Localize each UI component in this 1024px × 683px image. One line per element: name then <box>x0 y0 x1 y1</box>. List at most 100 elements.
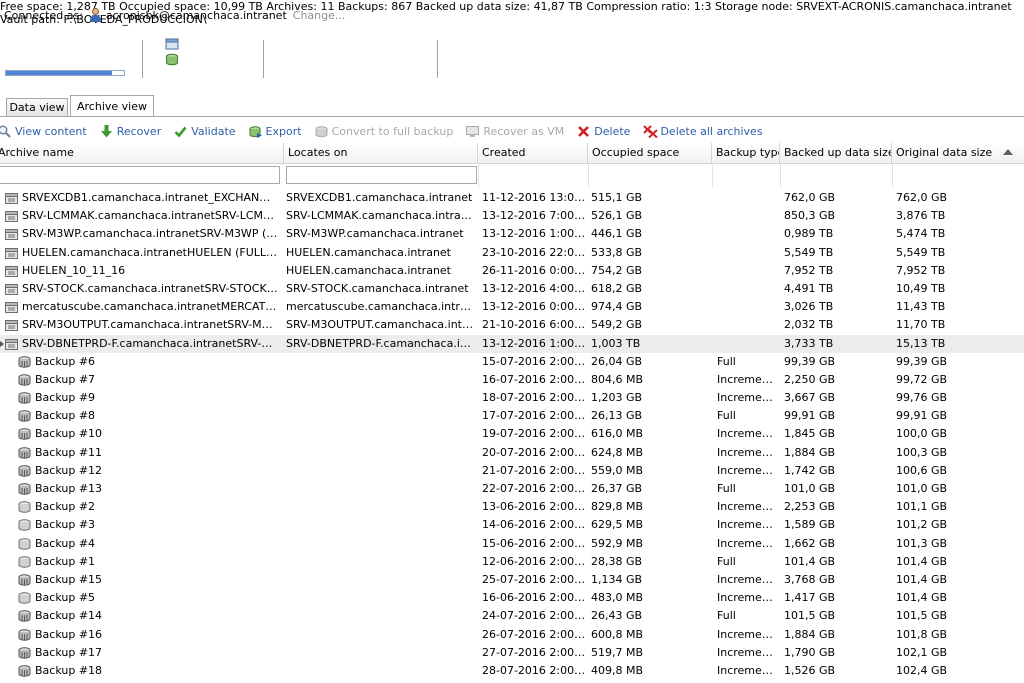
archive-icon <box>5 265 18 277</box>
backup-row[interactable]: Backup #18 28-07-2016 2:00:16 409,8 MB Incr… <box>0 662 1024 680</box>
occupied-space: 446,1 GB <box>591 227 643 241</box>
created: 13-12-2016 4:00:22 <box>482 281 586 295</box>
backup-disk-icon <box>18 592 31 604</box>
red-x-icon <box>577 125 590 138</box>
occupied-space: 829,8 MB <box>591 500 644 514</box>
backup-full-icon <box>18 446 31 459</box>
backup-name: Backup #1 <box>35 554 96 568</box>
backup-full-icon <box>18 646 31 659</box>
backup-name: Backup #14 <box>35 609 103 623</box>
archive-row[interactable]: SRV-M3OUTPUT.camanchaca.intranetSRV-M3OU… <box>0 316 1024 334</box>
archive-row[interactable]: SRV-DBNETPRD-F.camanchaca.intranetSRV-DB… <box>0 334 1024 353</box>
backup-row[interactable]: Backup #6 15-07-2016 2:00:16 26,04 GB Full 9… <box>0 353 1024 371</box>
validate-button[interactable]: Validate <box>174 125 236 138</box>
occupied-space: 26,37 GB <box>591 482 643 495</box>
column-header-archive-name[interactable]: Archive name <box>0 143 284 163</box>
occupied-space-bar <box>5 70 125 76</box>
occupied-space: 624,8 MB <box>591 445 644 459</box>
backup-row[interactable]: Backup #13 22-07-2016 2:00:14 26,37 GB Full… <box>0 480 1024 498</box>
occupied-space: 559,0 MB <box>591 463 644 477</box>
backup-row[interactable]: Backup #15 25-07-2016 2:00:13 1,134 GB Incr… <box>0 571 1024 589</box>
column-header-occupied-space[interactable]: Occupied space <box>588 143 712 163</box>
original-size: 101,3 GB <box>896 536 948 550</box>
backed-up-size: 2,250 GB <box>784 372 836 386</box>
created: 21-10-2016 6:00:14 <box>482 318 586 332</box>
created: 24-07-2016 2:00:23 <box>482 609 586 623</box>
backup-row[interactable]: Backup #16 26-07-2016 2:00:18 600,8 MB Incr… <box>0 626 1024 644</box>
archive-row[interactable]: mercatuscube.camanchaca.intranetMERCATUS… <box>0 298 1024 316</box>
user-icon <box>89 8 102 22</box>
locates-on: SRV-M3WP.camanchaca.intranet <box>286 227 464 241</box>
backup-type: Incremental <box>717 591 779 605</box>
occupied-space: 1,203 GB <box>591 391 643 405</box>
backup-row[interactable]: Backup #4 15-06-2016 2:00:37 592,9 MB Incre… <box>0 535 1024 553</box>
column-header-backed-up-size[interactable]: Backed up data size <box>780 143 892 163</box>
column-header-original-size[interactable]: Original data size <box>892 143 1024 163</box>
expand-arrow-icon[interactable] <box>0 340 4 347</box>
locates-on: HUELEN.camanchaca.intranet <box>286 263 451 277</box>
recover-as-vm-button[interactable]: Recover as VM <box>466 125 564 138</box>
archive-icon <box>5 283 18 295</box>
original-size: 99,91 GB <box>896 409 948 423</box>
archive-grid: Archive name Locates on Created Occupied… <box>0 143 1024 683</box>
locates-on-filter-input[interactable] <box>286 166 477 184</box>
backup-row[interactable]: Backup #3 14-06-2016 2:00:17 629,5 MB Incre… <box>0 516 1024 534</box>
archive-row[interactable]: SRVEXCDB1.camanchaca.intranet_EXCHANGE_N… <box>0 189 1024 207</box>
created: 23-10-2016 22:00:25 <box>482 245 586 259</box>
original-size: 99,72 GB <box>896 372 948 386</box>
backup-row[interactable]: Backup #1 12-06-2016 2:00:17 28,38 GB Full 1… <box>0 553 1024 571</box>
column-header-created[interactable]: Created <box>478 143 588 163</box>
occupied-space: 616,0 MB <box>591 427 644 441</box>
created: 26-07-2016 2:00:18 <box>482 627 586 641</box>
occupied-space: 629,5 MB <box>591 518 644 532</box>
export-button[interactable]: Export <box>249 125 302 138</box>
backed-up-size: 4,491 TB <box>784 281 834 295</box>
original-size: 100,3 GB <box>896 445 948 459</box>
backup-name: Backup #9 <box>35 391 96 405</box>
created: 13-12-2016 7:00:12 <box>482 209 586 223</box>
backup-row[interactable]: Backup #17 27-07-2016 2:00:16 519,7 MB Incr… <box>0 644 1024 662</box>
archive-row[interactable]: SRV-STOCK.camanchaca.intranetSRV-STOCK (… <box>0 280 1024 298</box>
backup-name: Backup #15 <box>35 572 103 586</box>
backup-type: Incremental <box>717 391 779 405</box>
original-size: 102,4 GB <box>896 663 948 677</box>
backup-name: Backup #16 <box>35 627 103 641</box>
backup-row[interactable]: Backup #12 21-07-2016 2:00:13 559,0 MB Incr… <box>0 462 1024 480</box>
backup-row[interactable]: Backup #8 17-07-2016 2:00:15 26,13 GB Full 9… <box>0 407 1024 425</box>
backup-row[interactable]: Backup #10 19-07-2016 2:00:15 616,0 MB Incr… <box>0 425 1024 443</box>
vm-icon <box>466 125 480 138</box>
tab-archive-view[interactable]: Archive view <box>70 95 154 116</box>
sort-ascending-icon <box>1002 149 1013 155</box>
recover-button[interactable]: Recover <box>100 124 161 138</box>
column-header-locates-on[interactable]: Locates on <box>284 143 478 163</box>
convert-to-full-backup-button[interactable]: Convert to full backup <box>315 125 453 138</box>
view-content-button[interactable]: View content <box>0 125 87 138</box>
archive-row[interactable]: HUELEN.camanchaca.intranetHUELEN (FULL_D… <box>0 244 1024 262</box>
archive-name: SRV-LCMMAK.camanchaca.intranetSRV-LCMMAK… <box>22 209 278 223</box>
backup-full-icon <box>18 392 31 404</box>
archive-name-filter-input[interactable] <box>0 166 280 184</box>
backup-row[interactable]: Backup #9 18-07-2016 2:00:15 1,203 GB Incre… <box>0 389 1024 407</box>
backup-row[interactable]: Backup #11 20-07-2016 2:00:16 624,8 MB Incr… <box>0 444 1024 462</box>
backed-up-size: 101,4 GB <box>784 554 836 568</box>
backup-row[interactable]: Backup #5 16-06-2016 2:00:13 483,0 MB Incre… <box>0 589 1024 607</box>
occupied-space: 515,1 GB <box>591 191 643 204</box>
backed-up-size: 850,3 GB <box>784 209 836 223</box>
backup-name: Backup #2 <box>35 500 96 514</box>
tab-data-view[interactable]: Data view <box>6 98 68 116</box>
archive-row[interactable]: SRV-LCMMAK.camanchaca.intranetSRV-LCMMAK… <box>0 207 1024 225</box>
archive-row[interactable]: HUELEN_10_11_16 HUELEN.camanchaca.intrane… <box>0 262 1024 280</box>
archive-row[interactable]: SRV-M3WP.camanchaca.intranetSRV-M3WP (IN… <box>0 225 1024 243</box>
backup-row[interactable]: Backup #14 24-07-2016 2:00:23 26,43 GB Full… <box>0 607 1024 625</box>
delete-all-archives-button[interactable]: Delete all archives <box>643 125 763 138</box>
change-connection-link[interactable]: Change... <box>293 9 346 22</box>
backup-row[interactable]: Backup #7 16-07-2016 2:00:15 804,6 MB Incre… <box>0 371 1024 389</box>
backup-row[interactable]: Backup #2 13-06-2016 2:00:16 829,8 MB Incre… <box>0 498 1024 516</box>
original-size: 101,4 GB <box>896 554 948 568</box>
delete-button[interactable]: Delete <box>577 125 630 138</box>
column-header-backup-type[interactable]: Backup type <box>712 143 780 163</box>
backup-name: Backup #10 <box>35 427 103 441</box>
archive-name: HUELEN_10_11_16 <box>22 263 126 277</box>
backup-type: Incremental <box>717 536 779 550</box>
created: 13-12-2016 1:00:16 <box>482 227 586 241</box>
